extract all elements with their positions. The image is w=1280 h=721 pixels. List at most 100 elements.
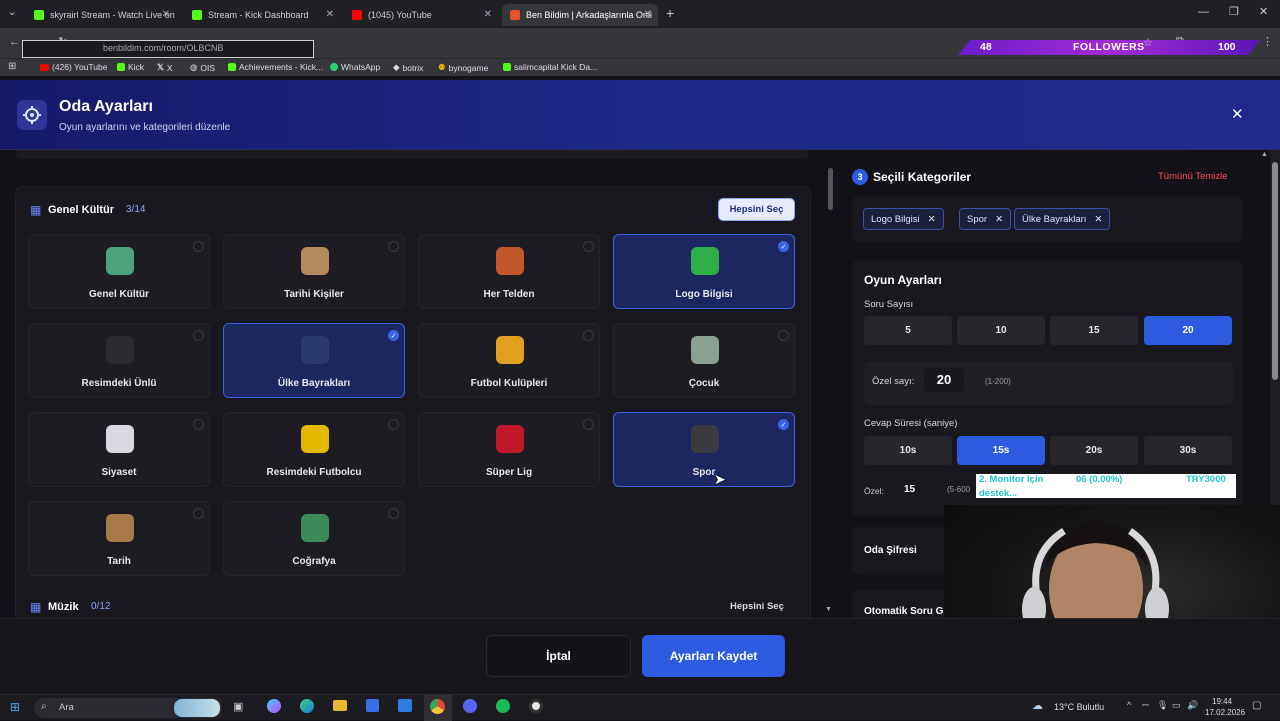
close-tab-icon[interactable]: ✕ [484, 9, 492, 20]
bookmark-botrix[interactable]: ◆ botrix [393, 62, 423, 73]
category-card[interactable]: Her Telden [418, 234, 600, 309]
bookmark-bynogame[interactable]: ⚉ bynogame [438, 62, 488, 73]
radio-icon[interactable] [193, 330, 204, 341]
category-card[interactable]: Resimdeki Futbolcu [223, 412, 405, 487]
bookmark-x[interactable]: 𝕏X [157, 62, 173, 73]
tab-search-icon[interactable]: ⌄ [8, 7, 16, 18]
category-card[interactable]: Siyaset [28, 412, 210, 487]
select-all-button[interactable]: Hepsini Seç [730, 601, 784, 612]
minimize-icon[interactable]: — [1198, 6, 1209, 18]
task-view-icon[interactable]: ▣ [233, 700, 243, 713]
back-icon[interactable]: ← [9, 36, 20, 48]
left-scrollbar[interactable] [828, 168, 833, 210]
network-icon[interactable]: ⎓ [1142, 700, 1149, 711]
category-card[interactable]: Ülke Bayrakları ✓ [223, 323, 405, 398]
spotify-icon[interactable] [496, 699, 510, 713]
taskbar-search[interactable]: ⌕ Ara [34, 698, 222, 718]
check-icon[interactable]: ✓ [388, 330, 399, 341]
chrome-taskbar-button[interactable] [424, 695, 452, 721]
globe-icon: ◍ [190, 62, 198, 72]
close-tab-icon[interactable]: ✕ [326, 9, 334, 20]
check-icon[interactable]: ✓ [778, 419, 789, 430]
category-card[interactable]: Resimdeki Ünlü [28, 323, 210, 398]
remove-chip-icon[interactable]: ✕ [928, 214, 936, 225]
close-window-icon[interactable]: ✕ [1259, 5, 1268, 18]
clock-date[interactable]: 17.02.2026 [1205, 708, 1245, 717]
bookmark-salimcapital[interactable]: salimcapital Kick Da... [503, 62, 597, 72]
bookmark-star-icon[interactable]: ☆ [1143, 36, 1153, 49]
mail-icon[interactable] [398, 699, 412, 712]
cancel-button[interactable]: İptal [486, 635, 631, 677]
radio-icon[interactable] [193, 241, 204, 252]
answer-time-option[interactable]: 20s [1050, 436, 1138, 465]
close-tab-icon[interactable]: ✕ [644, 9, 652, 20]
category-card[interactable]: Süper Lig [418, 412, 600, 487]
category-card[interactable]: Spor ✓ [613, 412, 795, 487]
tray-chevron-icon[interactable]: ^ [1127, 700, 1131, 710]
answer-time-option[interactable]: 15s [957, 436, 1045, 465]
bookmark-whatsapp[interactable]: WhatsApp [330, 62, 380, 72]
category-card[interactable]: Futbol Kulüpleri [418, 323, 600, 398]
volume-icon[interactable]: 🔊 [1187, 700, 1198, 711]
store-icon[interactable] [366, 699, 379, 712]
question-count-option[interactable]: 15 [1050, 316, 1138, 345]
remove-chip-icon[interactable]: ✕ [995, 214, 1003, 225]
answer-time-option[interactable]: 10s [864, 436, 952, 465]
apps-grid-icon[interactable]: ⊞ [8, 61, 16, 72]
remove-chip-icon[interactable]: ✕ [1094, 214, 1102, 225]
ethernet-icon[interactable]: ▭ [1172, 700, 1181, 711]
answer-time-option[interactable]: 30s [1144, 436, 1232, 465]
scroll-down-icon[interactable]: ▼ [825, 606, 832, 613]
check-icon[interactable]: ✓ [778, 241, 789, 252]
right-scrollbar-thumb[interactable] [1272, 162, 1278, 380]
category-card[interactable]: Tarih [28, 501, 210, 576]
select-all-button[interactable]: Hepsini Seç [718, 198, 795, 221]
copilot-icon[interactable] [267, 699, 281, 713]
windows-start-icon[interactable]: ⊞ [10, 700, 20, 714]
discord-icon[interactable] [463, 699, 477, 713]
new-tab-icon[interactable]: + [666, 5, 674, 21]
clock-time[interactable]: 19:44 [1212, 697, 1232, 706]
radio-icon[interactable] [778, 330, 789, 341]
category-card[interactable]: Coğrafya [223, 501, 405, 576]
category-card[interactable]: Logo Bilgisi ✓ [613, 234, 795, 309]
radio-icon[interactable] [583, 419, 594, 430]
bookmark-achievements[interactable]: Achievements - Kick... [228, 62, 323, 72]
clear-all-link[interactable]: Tümünü Temizle [1158, 171, 1228, 182]
close-modal-icon[interactable]: ✕ [1231, 105, 1244, 123]
radio-icon[interactable] [388, 508, 399, 519]
question-count-option[interactable]: 5 [864, 316, 952, 345]
url-input[interactable]: benbildim.com/room/OLBCNB [22, 40, 314, 58]
question-count-option[interactable]: 10 [957, 316, 1045, 345]
custom-count-input[interactable]: 20 [924, 368, 964, 392]
microphone-icon[interactable]: 🎙 [1157, 700, 1168, 711]
category-card[interactable]: Genel Kültür [28, 234, 210, 309]
radio-icon[interactable] [388, 419, 399, 430]
save-button[interactable]: Ayarları Kaydet [642, 635, 785, 677]
radio-icon[interactable] [583, 330, 594, 341]
bookmark-youtube[interactable]: (426) YouTube [40, 62, 107, 72]
radio-icon[interactable] [193, 419, 204, 430]
bookmark-ois[interactable]: ◍ OIS [190, 62, 215, 73]
browser-tab-2[interactable]: Stream - Kick Dashboard ✕ [184, 4, 340, 26]
edge-icon[interactable] [300, 699, 314, 713]
bookmark-kick[interactable]: Kick [117, 62, 144, 72]
time-custom-input[interactable]: 15 [904, 484, 915, 495]
category-card[interactable]: Çocuk [613, 323, 795, 398]
browser-tab-4[interactable]: Ben Bildim | Arkadaşlarınla Onli ✕ [502, 4, 658, 26]
category-card[interactable]: Tarihi Kişiler [223, 234, 405, 309]
browser-tab-3[interactable]: (1045) YouTube ✕ [344, 4, 498, 26]
maximize-icon[interactable]: ❐ [1229, 5, 1239, 18]
radio-icon[interactable] [388, 241, 399, 252]
obs-icon[interactable] [529, 699, 543, 713]
browser-tab-1[interactable]: skyrairl Stream - Watch Live on ✕ [26, 4, 176, 26]
file-explorer-icon[interactable] [333, 700, 347, 711]
radio-icon[interactable] [583, 241, 594, 252]
close-tab-icon[interactable]: ✕ [162, 9, 170, 20]
question-count-option[interactable]: 20 [1144, 316, 1232, 345]
scroll-up-icon[interactable]: ▲ [1261, 151, 1268, 158]
radio-icon[interactable] [193, 508, 204, 519]
menu-icon[interactable]: ⋮ [1262, 35, 1273, 48]
notification-icon[interactable]: ▢ [1252, 700, 1261, 711]
selected-chip: Logo Bilgisi ✕ [863, 208, 944, 230]
